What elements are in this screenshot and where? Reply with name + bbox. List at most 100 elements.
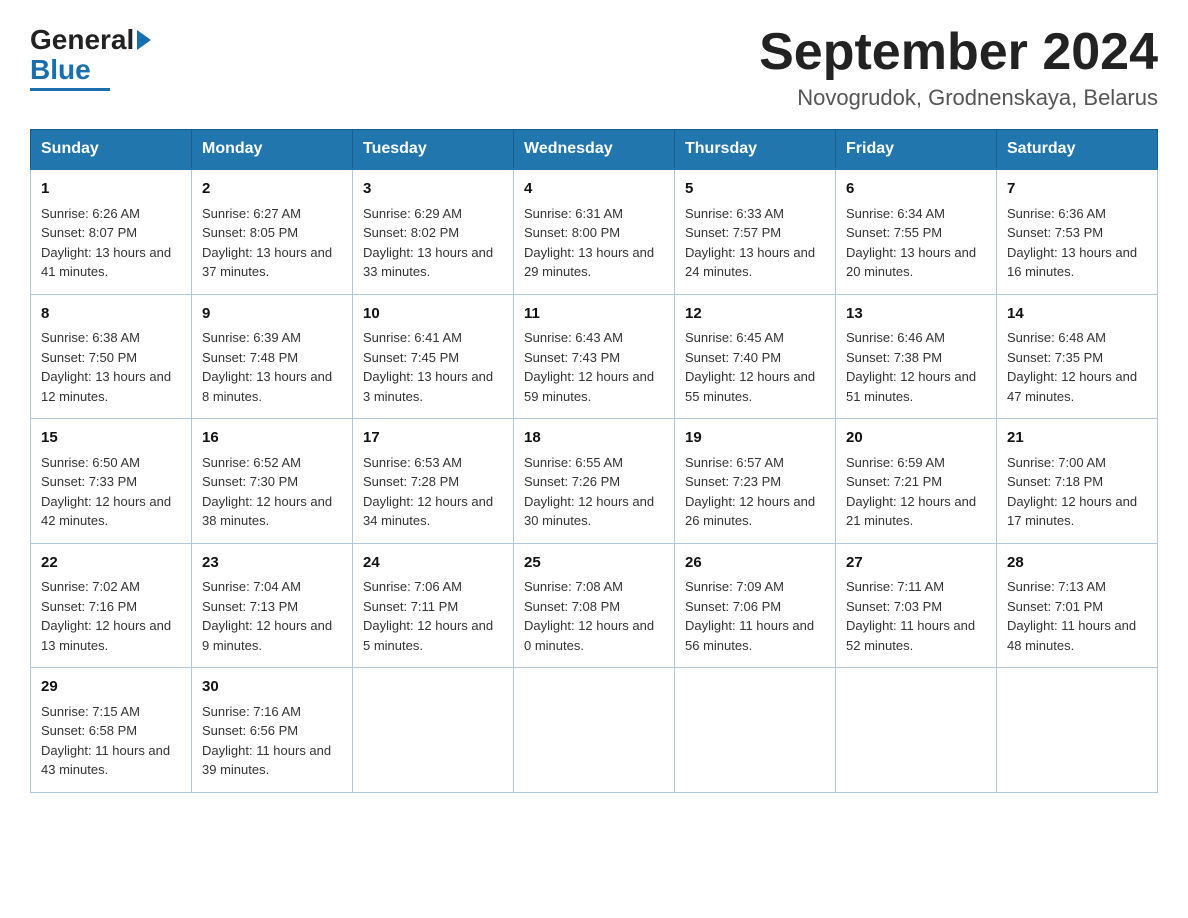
- table-row: [836, 668, 997, 793]
- table-row: 1 Sunrise: 6:26 AMSunset: 8:07 PMDaylight…: [31, 169, 192, 294]
- title-area: September 2024 Novogrudok, Grodnenskaya,…: [759, 24, 1158, 111]
- day-number: 23: [202, 552, 342, 575]
- day-info: Sunrise: 6:39 AMSunset: 7:48 PMDaylight:…: [202, 328, 342, 406]
- day-number: 19: [685, 427, 825, 450]
- day-number: 12: [685, 303, 825, 326]
- day-number: 18: [524, 427, 664, 450]
- day-number: 24: [363, 552, 503, 575]
- day-info: Sunrise: 7:00 AMSunset: 7:18 PMDaylight:…: [1007, 453, 1147, 531]
- table-row: 13Sunrise: 6:46 AMSunset: 7:38 PMDayligh…: [836, 294, 997, 419]
- calendar-week-row: 15 Sunrise: 6:50 AMSunset: 7:33 PMDayligh…: [31, 419, 1158, 544]
- page-title: September 2024: [759, 24, 1158, 81]
- day-number: 8: [41, 303, 181, 326]
- table-row: [675, 668, 836, 793]
- table-row: 11Sunrise: 6:43 AMSunset: 7:43 PMDayligh…: [514, 294, 675, 419]
- day-info: Sunrise: 6:26 AMSunset: 8:07 PMDaylight:…: [41, 204, 181, 282]
- day-info: Sunrise: 6:45 AMSunset: 7:40 PMDaylight:…: [685, 328, 825, 406]
- calendar-header-row: Sunday Monday Tuesday Wednesday Thursday…: [31, 130, 1158, 170]
- day-info: Sunrise: 6:57 AMSunset: 7:23 PMDaylight:…: [685, 453, 825, 531]
- table-row: 21 Sunrise: 7:00 AMSunset: 7:18 PMDayligh…: [997, 419, 1158, 544]
- table-row: 10Sunrise: 6:41 AMSunset: 7:45 PMDayligh…: [353, 294, 514, 419]
- day-number: 10: [363, 303, 503, 326]
- day-info: Sunrise: 7:15 AMSunset: 6:58 PMDaylight:…: [41, 702, 181, 780]
- day-info: Sunrise: 6:33 AMSunset: 7:57 PMDaylight:…: [685, 204, 825, 282]
- day-info: Sunrise: 7:06 AMSunset: 7:11 PMDaylight:…: [363, 577, 503, 655]
- day-number: 6: [846, 178, 986, 201]
- table-row: 5 Sunrise: 6:33 AMSunset: 7:57 PMDaylight…: [675, 169, 836, 294]
- logo-general-text: General: [30, 24, 134, 56]
- table-row: 29Sunrise: 7:15 AMSunset: 6:58 PMDayligh…: [31, 668, 192, 793]
- table-row: 2 Sunrise: 6:27 AMSunset: 8:05 PMDaylight…: [192, 169, 353, 294]
- table-row: 9Sunrise: 6:39 AMSunset: 7:48 PMDaylight…: [192, 294, 353, 419]
- table-row: 22Sunrise: 7:02 AMSunset: 7:16 PMDayligh…: [31, 543, 192, 668]
- day-number: 20: [846, 427, 986, 450]
- logo-blue-text: Blue: [30, 54, 91, 86]
- location-subtitle: Novogrudok, Grodnenskaya, Belarus: [759, 85, 1158, 111]
- table-row: 19 Sunrise: 6:57 AMSunset: 7:23 PMDayligh…: [675, 419, 836, 544]
- day-number: 17: [363, 427, 503, 450]
- day-info: Sunrise: 6:38 AMSunset: 7:50 PMDaylight:…: [41, 328, 181, 406]
- table-row: 20 Sunrise: 6:59 AMSunset: 7:21 PMDayligh…: [836, 419, 997, 544]
- table-row: 28Sunrise: 7:13 AMSunset: 7:01 PMDayligh…: [997, 543, 1158, 668]
- table-row: 23Sunrise: 7:04 AMSunset: 7:13 PMDayligh…: [192, 543, 353, 668]
- day-info: Sunrise: 7:04 AMSunset: 7:13 PMDaylight:…: [202, 577, 342, 655]
- day-info: Sunrise: 6:43 AMSunset: 7:43 PMDaylight:…: [524, 328, 664, 406]
- day-number: 16: [202, 427, 342, 450]
- logo-triangle-icon: [137, 30, 151, 50]
- table-row: 18Sunrise: 6:55 AMSunset: 7:26 PMDayligh…: [514, 419, 675, 544]
- table-row: 12Sunrise: 6:45 AMSunset: 7:40 PMDayligh…: [675, 294, 836, 419]
- col-friday: Friday: [836, 130, 997, 170]
- table-row: 16 Sunrise: 6:52 AMSunset: 7:30 PMDayligh…: [192, 419, 353, 544]
- col-saturday: Saturday: [997, 130, 1158, 170]
- day-number: 22: [41, 552, 181, 575]
- col-tuesday: Tuesday: [353, 130, 514, 170]
- table-row: 24Sunrise: 7:06 AMSunset: 7:11 PMDayligh…: [353, 543, 514, 668]
- table-row: [353, 668, 514, 793]
- day-info: Sunrise: 7:16 AMSunset: 6:56 PMDaylight:…: [202, 702, 342, 780]
- day-number: 9: [202, 303, 342, 326]
- day-number: 21: [1007, 427, 1147, 450]
- day-number: 28: [1007, 552, 1147, 575]
- day-number: 15: [41, 427, 181, 450]
- col-sunday: Sunday: [31, 130, 192, 170]
- calendar-week-row: 29Sunrise: 7:15 AMSunset: 6:58 PMDayligh…: [31, 668, 1158, 793]
- table-row: 30 Sunrise: 7:16 AMSunset: 6:56 PMDayligh…: [192, 668, 353, 793]
- day-info: Sunrise: 6:53 AMSunset: 7:28 PMDaylight:…: [363, 453, 503, 531]
- table-row: 25Sunrise: 7:08 AMSunset: 7:08 PMDayligh…: [514, 543, 675, 668]
- day-info: Sunrise: 7:13 AMSunset: 7:01 PMDaylight:…: [1007, 577, 1147, 655]
- table-row: 4 Sunrise: 6:31 AMSunset: 8:00 PMDaylight…: [514, 169, 675, 294]
- calendar-week-row: 22Sunrise: 7:02 AMSunset: 7:16 PMDayligh…: [31, 543, 1158, 668]
- day-number: 1: [41, 178, 181, 201]
- day-number: 14: [1007, 303, 1147, 326]
- day-info: Sunrise: 7:02 AMSunset: 7:16 PMDaylight:…: [41, 577, 181, 655]
- day-number: 13: [846, 303, 986, 326]
- table-row: [514, 668, 675, 793]
- day-number: 4: [524, 178, 664, 201]
- day-number: 11: [524, 303, 664, 326]
- day-number: 3: [363, 178, 503, 201]
- day-info: Sunrise: 6:46 AMSunset: 7:38 PMDaylight:…: [846, 328, 986, 406]
- day-info: Sunrise: 6:52 AMSunset: 7:30 PMDaylight:…: [202, 453, 342, 531]
- day-info: Sunrise: 6:59 AMSunset: 7:21 PMDaylight:…: [846, 453, 986, 531]
- day-number: 5: [685, 178, 825, 201]
- day-info: Sunrise: 6:50 AMSunset: 7:33 PMDaylight:…: [41, 453, 181, 531]
- col-monday: Monday: [192, 130, 353, 170]
- col-wednesday: Wednesday: [514, 130, 675, 170]
- col-thursday: Thursday: [675, 130, 836, 170]
- day-info: Sunrise: 6:31 AMSunset: 8:00 PMDaylight:…: [524, 204, 664, 282]
- table-row: 17 Sunrise: 6:53 AMSunset: 7:28 PMDayligh…: [353, 419, 514, 544]
- day-number: 30: [202, 676, 342, 699]
- day-info: Sunrise: 6:36 AMSunset: 7:53 PMDaylight:…: [1007, 204, 1147, 282]
- calendar-week-row: 8Sunrise: 6:38 AMSunset: 7:50 PMDaylight…: [31, 294, 1158, 419]
- day-info: Sunrise: 7:08 AMSunset: 7:08 PMDaylight:…: [524, 577, 664, 655]
- day-number: 2: [202, 178, 342, 201]
- day-info: Sunrise: 6:27 AMSunset: 8:05 PMDaylight:…: [202, 204, 342, 282]
- day-number: 26: [685, 552, 825, 575]
- day-info: Sunrise: 7:11 AMSunset: 7:03 PMDaylight:…: [846, 577, 986, 655]
- day-info: Sunrise: 6:41 AMSunset: 7:45 PMDaylight:…: [363, 328, 503, 406]
- table-row: 8Sunrise: 6:38 AMSunset: 7:50 PMDaylight…: [31, 294, 192, 419]
- table-row: 26Sunrise: 7:09 AMSunset: 7:06 PMDayligh…: [675, 543, 836, 668]
- logo-underline: [30, 88, 110, 91]
- logo: General Blue: [30, 24, 151, 91]
- day-info: Sunrise: 6:48 AMSunset: 7:35 PMDaylight:…: [1007, 328, 1147, 406]
